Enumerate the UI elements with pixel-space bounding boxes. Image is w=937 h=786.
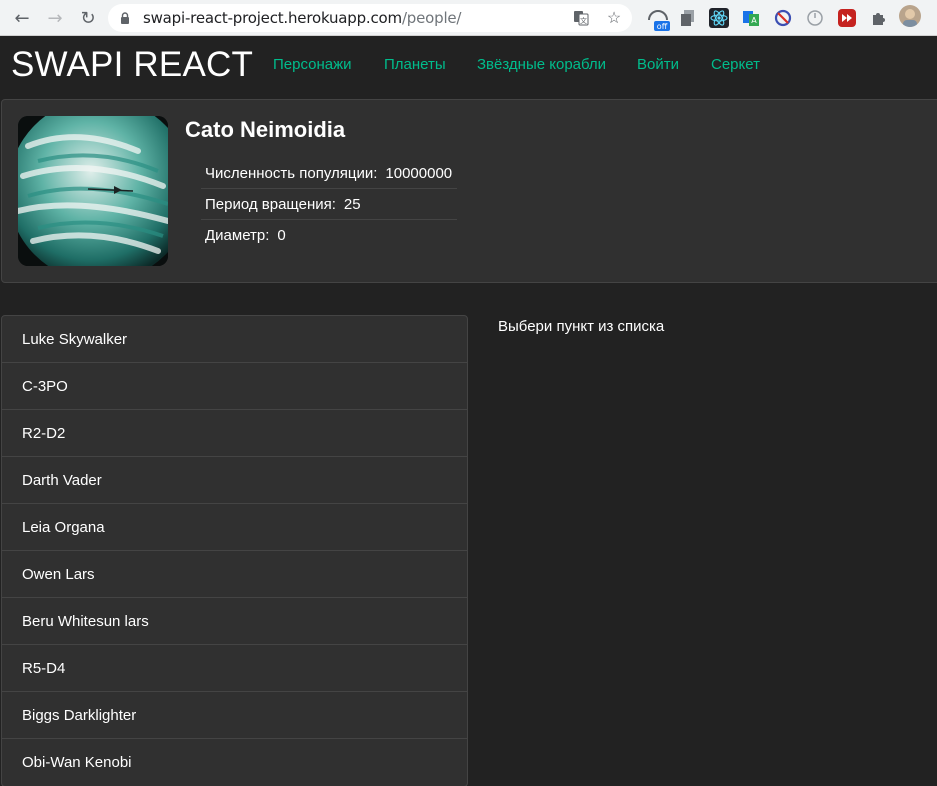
svg-text:A: A bbox=[751, 16, 757, 25]
list-item[interactable]: Darth Vader bbox=[2, 457, 467, 504]
url-text: swapi-react-project.herokuapp.com/people… bbox=[143, 9, 461, 27]
list-item[interactable]: Luke Skywalker bbox=[2, 316, 467, 363]
forward-icon[interactable]: → bbox=[43, 6, 67, 30]
nav-link-starships[interactable]: Звёздные корабли bbox=[477, 56, 606, 73]
svg-text:文: 文 bbox=[580, 16, 587, 25]
list-item[interactable]: R2-D2 bbox=[2, 410, 467, 457]
address-bar[interactable]: swapi-react-project.herokuapp.com/people… bbox=[108, 4, 632, 32]
list-item[interactable]: R5-D4 bbox=[2, 645, 467, 692]
translator-extension-icon[interactable]: A bbox=[741, 8, 761, 28]
prop-label: Период вращения: bbox=[205, 195, 336, 213]
prop-label: Численность популяции: bbox=[205, 164, 378, 182]
prop-label: Диаметр: bbox=[205, 227, 270, 244]
extension-badge-text: off bbox=[657, 22, 668, 31]
people-list: Luke Skywalker C-3PO R2-D2 Darth Vader L… bbox=[1, 315, 468, 786]
reload-icon[interactable]: ↻ bbox=[76, 6, 100, 30]
list-item[interactable]: Obi-Wan Kenobi bbox=[2, 739, 467, 786]
planet-image bbox=[18, 116, 168, 266]
copy-extension-icon[interactable] bbox=[678, 8, 698, 28]
nav-link-planets[interactable]: Планеты bbox=[384, 56, 446, 73]
planet-prop-diameter: Диаметр: 0 bbox=[201, 220, 457, 251]
list-item[interactable]: Beru Whitesun lars bbox=[2, 598, 467, 645]
nav-link-secret[interactable]: Серкет bbox=[711, 56, 760, 73]
random-planet-card: Cato Neimoidia Численность популяции: 10… bbox=[1, 99, 937, 283]
list-item[interactable]: Biggs Darklighter bbox=[2, 692, 467, 739]
profile-avatar-icon[interactable] bbox=[899, 5, 921, 27]
prop-value: 25 bbox=[343, 195, 361, 213]
prop-value: 0 bbox=[277, 227, 286, 244]
list-item[interactable]: Owen Lars bbox=[2, 551, 467, 598]
url-path: /people/ bbox=[401, 9, 462, 27]
list-item[interactable]: Leia Organa bbox=[2, 504, 467, 551]
extensions-puzzle-icon[interactable] bbox=[869, 8, 889, 28]
url-host: swapi-react-project.herokuapp.com bbox=[143, 9, 402, 27]
browser-toolbar: ← → ↻ swapi-react-project.herokuapp.com/… bbox=[0, 0, 937, 36]
translate-icon[interactable]: 文 bbox=[572, 9, 590, 27]
bookmark-star-icon[interactable]: ☆ bbox=[605, 9, 623, 27]
back-icon[interactable]: ← bbox=[10, 6, 34, 30]
react-devtools-icon[interactable] bbox=[709, 8, 729, 28]
details-placeholder: Выбери пункт из списка bbox=[498, 318, 665, 335]
extension-off-icon[interactable]: off bbox=[646, 6, 670, 32]
lock-icon bbox=[121, 12, 129, 24]
planet-properties: Численность популяции: 10000000 Период в… bbox=[201, 158, 457, 251]
planet-prop-population: Численность популяции: 10000000 bbox=[201, 158, 457, 189]
planet-name: Cato Neimoidia bbox=[185, 117, 346, 142]
block-extension-icon[interactable] bbox=[773, 8, 793, 28]
list-item[interactable]: C-3PO bbox=[2, 363, 467, 410]
nav-link-login[interactable]: Войти bbox=[637, 56, 679, 73]
video-speed-extension-icon[interactable] bbox=[837, 8, 857, 28]
app-header: SWAPI REACT Персонажи Планеты Звёздные к… bbox=[0, 37, 937, 99]
nav-link-people[interactable]: Персонажи bbox=[273, 56, 352, 73]
planet-prop-rotation: Период вращения: 25 bbox=[201, 189, 457, 220]
brand-logo[interactable]: SWAPI REACT bbox=[11, 45, 253, 85]
prop-value: 10000000 bbox=[385, 164, 453, 182]
timer-extension-icon[interactable] bbox=[805, 8, 825, 28]
